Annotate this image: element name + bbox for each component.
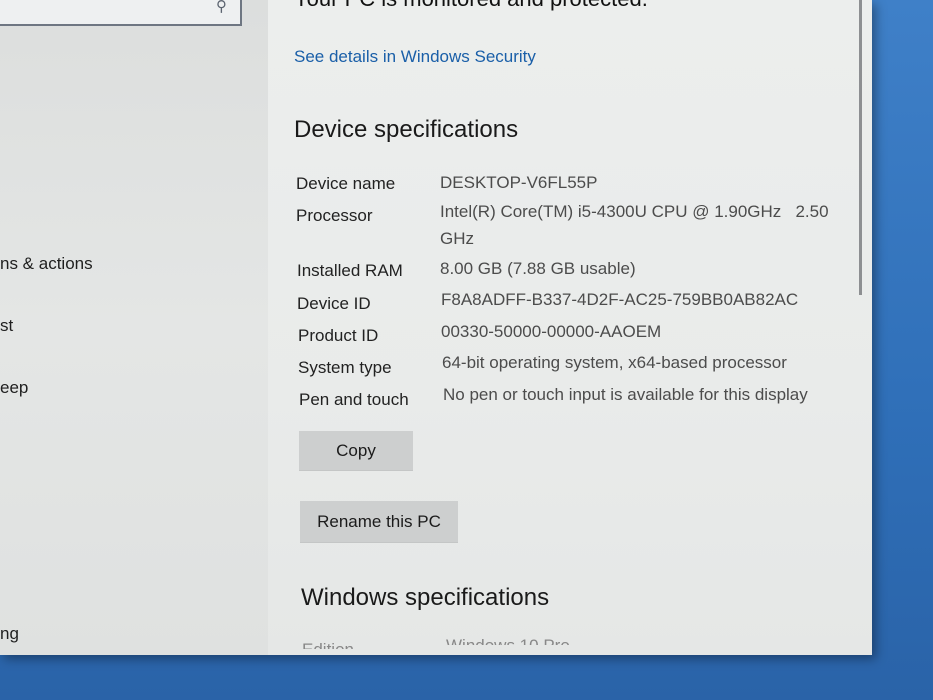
- spec-value-system-type: 64-bit operating system, x64-based proce…: [442, 353, 787, 372]
- scrollbar[interactable]: [859, 0, 862, 295]
- spec-value-processor-cont: GHz: [440, 229, 474, 248]
- spec-value-installed-ram: 8.00 GB (7.88 GB usable): [440, 259, 636, 278]
- device-specs-title: Device specifications: [294, 116, 519, 143]
- spec-label-device-name: Device name: [296, 174, 396, 193]
- sidebar-item-power-sleep[interactable]: eep: [0, 378, 28, 398]
- spec-label-processor: Processor: [296, 206, 373, 225]
- settings-sidebar: ⚲ ns & actions st eep ng: [0, 0, 268, 655]
- spec-value-device-name: DESKTOP-V6FL55P: [440, 173, 598, 192]
- rename-pc-button[interactable]: Rename this PC: [300, 501, 458, 543]
- spec-label-product-id: Product ID: [298, 326, 379, 345]
- windows-security-link[interactable]: See details in Windows Security: [294, 47, 536, 67]
- spec-label-edition: Edition: [302, 640, 354, 655]
- spec-value-processor: Intel(R) Core(TM) i5-4300U CPU @ 1.90GHz…: [440, 202, 829, 221]
- spec-value-pen-touch: No pen or touch input is available for t…: [443, 385, 808, 404]
- settings-window: ⚲ ns & actions st eep ng Your PC is moni…: [0, 0, 872, 655]
- spec-value-edition: Windows 10 Pro: [446, 636, 570, 655]
- spec-label-pen-touch: Pen and touch: [299, 390, 409, 409]
- spec-value-product-id: 00330-50000-00000-AAOEM: [441, 322, 662, 341]
- spec-label-installed-ram: Installed RAM: [297, 261, 403, 280]
- sidebar-item-focus-assist[interactable]: st: [0, 316, 13, 336]
- spec-value-device-id: F8A8ADFF-B337-4D2F-AC25-759BB0AB82AC: [441, 290, 799, 309]
- sidebar-item-notifications[interactable]: ns & actions: [0, 254, 93, 274]
- spec-label-system-type: System type: [298, 358, 392, 377]
- about-content: Your PC is monitored and protected. See …: [268, 0, 872, 655]
- search-icon[interactable]: ⚲: [216, 0, 232, 14]
- security-status-heading: Your PC is monitored and protected.: [294, 0, 648, 12]
- spec-label-device-id: Device ID: [297, 294, 371, 313]
- search-input[interactable]: ⚲: [0, 0, 242, 26]
- windows-specs-title: Windows specifications: [301, 584, 550, 611]
- sidebar-item-tablet-mode[interactable]: ng: [0, 624, 19, 644]
- copy-button[interactable]: Copy: [299, 431, 413, 471]
